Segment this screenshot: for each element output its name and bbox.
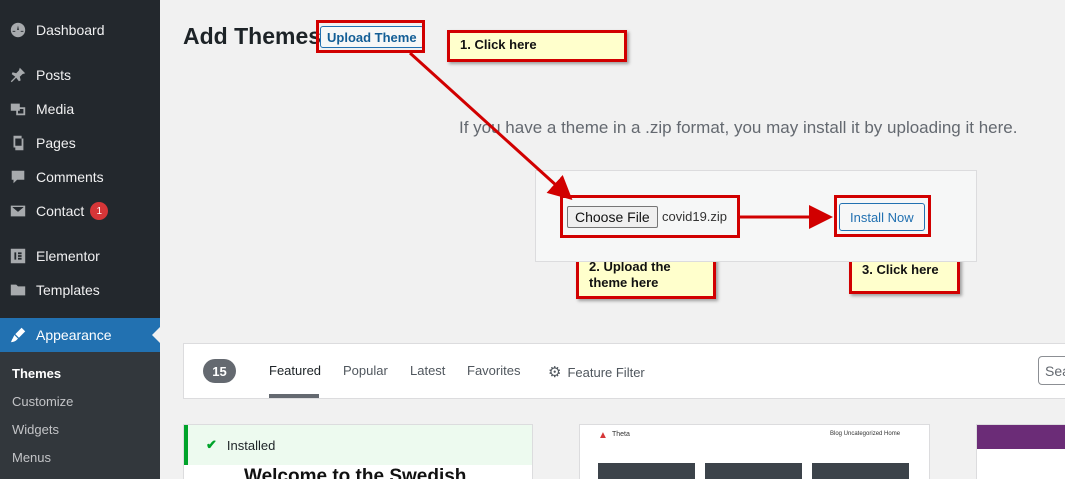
sidebar-item-label: Templates bbox=[36, 282, 100, 298]
theme-preview-header bbox=[977, 425, 1065, 449]
theme-preview-title: Welcome to the Swedish bbox=[244, 466, 467, 479]
submenu-themes[interactable]: Themes bbox=[12, 366, 61, 381]
sidebar-item-pages[interactable]: Pages bbox=[0, 126, 160, 160]
pin-icon bbox=[0, 66, 36, 84]
submenu-menus[interactable]: Menus bbox=[12, 450, 51, 465]
tab-featured[interactable]: Featured bbox=[269, 363, 321, 378]
installed-label: Installed bbox=[226, 437, 276, 453]
theme-card-installed[interactable]: ✔ Installed Welcome to the Swedish bbox=[183, 424, 533, 479]
install-now-highlight bbox=[834, 195, 931, 237]
mail-icon bbox=[0, 202, 36, 220]
theme-preview-logo: Theta bbox=[612, 431, 630, 438]
theme-logo-icon: ▲ bbox=[598, 430, 608, 441]
check-icon: ✔ bbox=[206, 437, 217, 452]
comment-icon bbox=[0, 168, 36, 186]
theme-card-theta[interactable]: ▲ Theta Blog Uncategorized Home bbox=[579, 424, 930, 479]
sidebar-item-label: Contact bbox=[36, 203, 85, 219]
submenu-widgets[interactable]: Widgets bbox=[12, 422, 59, 437]
submenu-customize[interactable]: Customize bbox=[12, 394, 73, 409]
theme-count-badge: 15 bbox=[203, 359, 236, 383]
sidebar-item-label: Media bbox=[36, 101, 75, 117]
sidebar-item-label: Appearance bbox=[36, 327, 112, 343]
sidebar-item-dashboard[interactable]: Dashboard bbox=[0, 13, 160, 47]
step1-note: 1. Click here bbox=[447, 30, 627, 62]
notification-badge: 1 bbox=[90, 202, 109, 220]
sidebar-item-comments[interactable]: Comments bbox=[0, 160, 160, 194]
search-themes-input[interactable]: Sea bbox=[1038, 356, 1065, 385]
preview-thumbnail bbox=[598, 463, 695, 479]
preview-thumbnail bbox=[812, 463, 909, 479]
sidebar-item-label: Dashboard bbox=[36, 22, 105, 38]
sidebar-item-label: Elementor bbox=[36, 248, 100, 264]
upload-description: If you have a theme in a .zip format, yo… bbox=[459, 118, 1018, 137]
page-title: Add Themes bbox=[183, 23, 322, 49]
upload-theme-highlight bbox=[316, 20, 425, 53]
sidebar-item-appearance[interactable]: Appearance bbox=[0, 318, 160, 352]
sidebar-item-label: Pages bbox=[36, 135, 76, 151]
file-input-highlight bbox=[560, 195, 740, 238]
active-tab-indicator bbox=[269, 394, 319, 398]
feature-filter-label: Feature Filter bbox=[567, 364, 645, 380]
installed-notice: ✔ Installed bbox=[184, 425, 532, 465]
tab-favorites[interactable]: Favorites bbox=[467, 363, 520, 378]
elementor-icon bbox=[0, 247, 36, 265]
sidebar-item-elementor[interactable]: Elementor bbox=[0, 239, 160, 273]
brush-icon bbox=[0, 326, 36, 344]
sidebar-item-media[interactable]: Media bbox=[0, 92, 160, 126]
feature-filter-button[interactable]: ⚙ Feature Filter bbox=[548, 363, 645, 381]
pages-icon bbox=[0, 134, 36, 152]
dashboard-icon bbox=[0, 21, 36, 39]
folder-icon bbox=[0, 281, 36, 299]
preview-thumbnail bbox=[705, 463, 802, 479]
sidebar-item-label: Comments bbox=[36, 169, 104, 185]
theme-card-third[interactable] bbox=[976, 424, 1065, 479]
tab-latest[interactable]: Latest bbox=[410, 363, 445, 378]
admin-sidebar: Dashboard Posts Media Pages Comments Con… bbox=[0, 0, 160, 479]
media-icon bbox=[0, 100, 36, 118]
appearance-submenu: Themes Customize Widgets Menus bbox=[0, 352, 160, 479]
sidebar-item-contact[interactable]: Contact 1 bbox=[0, 194, 160, 228]
sidebar-item-posts[interactable]: Posts bbox=[0, 58, 160, 92]
gear-icon: ⚙ bbox=[548, 364, 562, 381]
sidebar-item-templates[interactable]: Templates bbox=[0, 273, 160, 307]
theme-preview-nav: Blog Uncategorized Home bbox=[830, 431, 901, 437]
sidebar-item-label: Posts bbox=[36, 67, 72, 83]
tab-popular[interactable]: Popular bbox=[343, 363, 388, 378]
